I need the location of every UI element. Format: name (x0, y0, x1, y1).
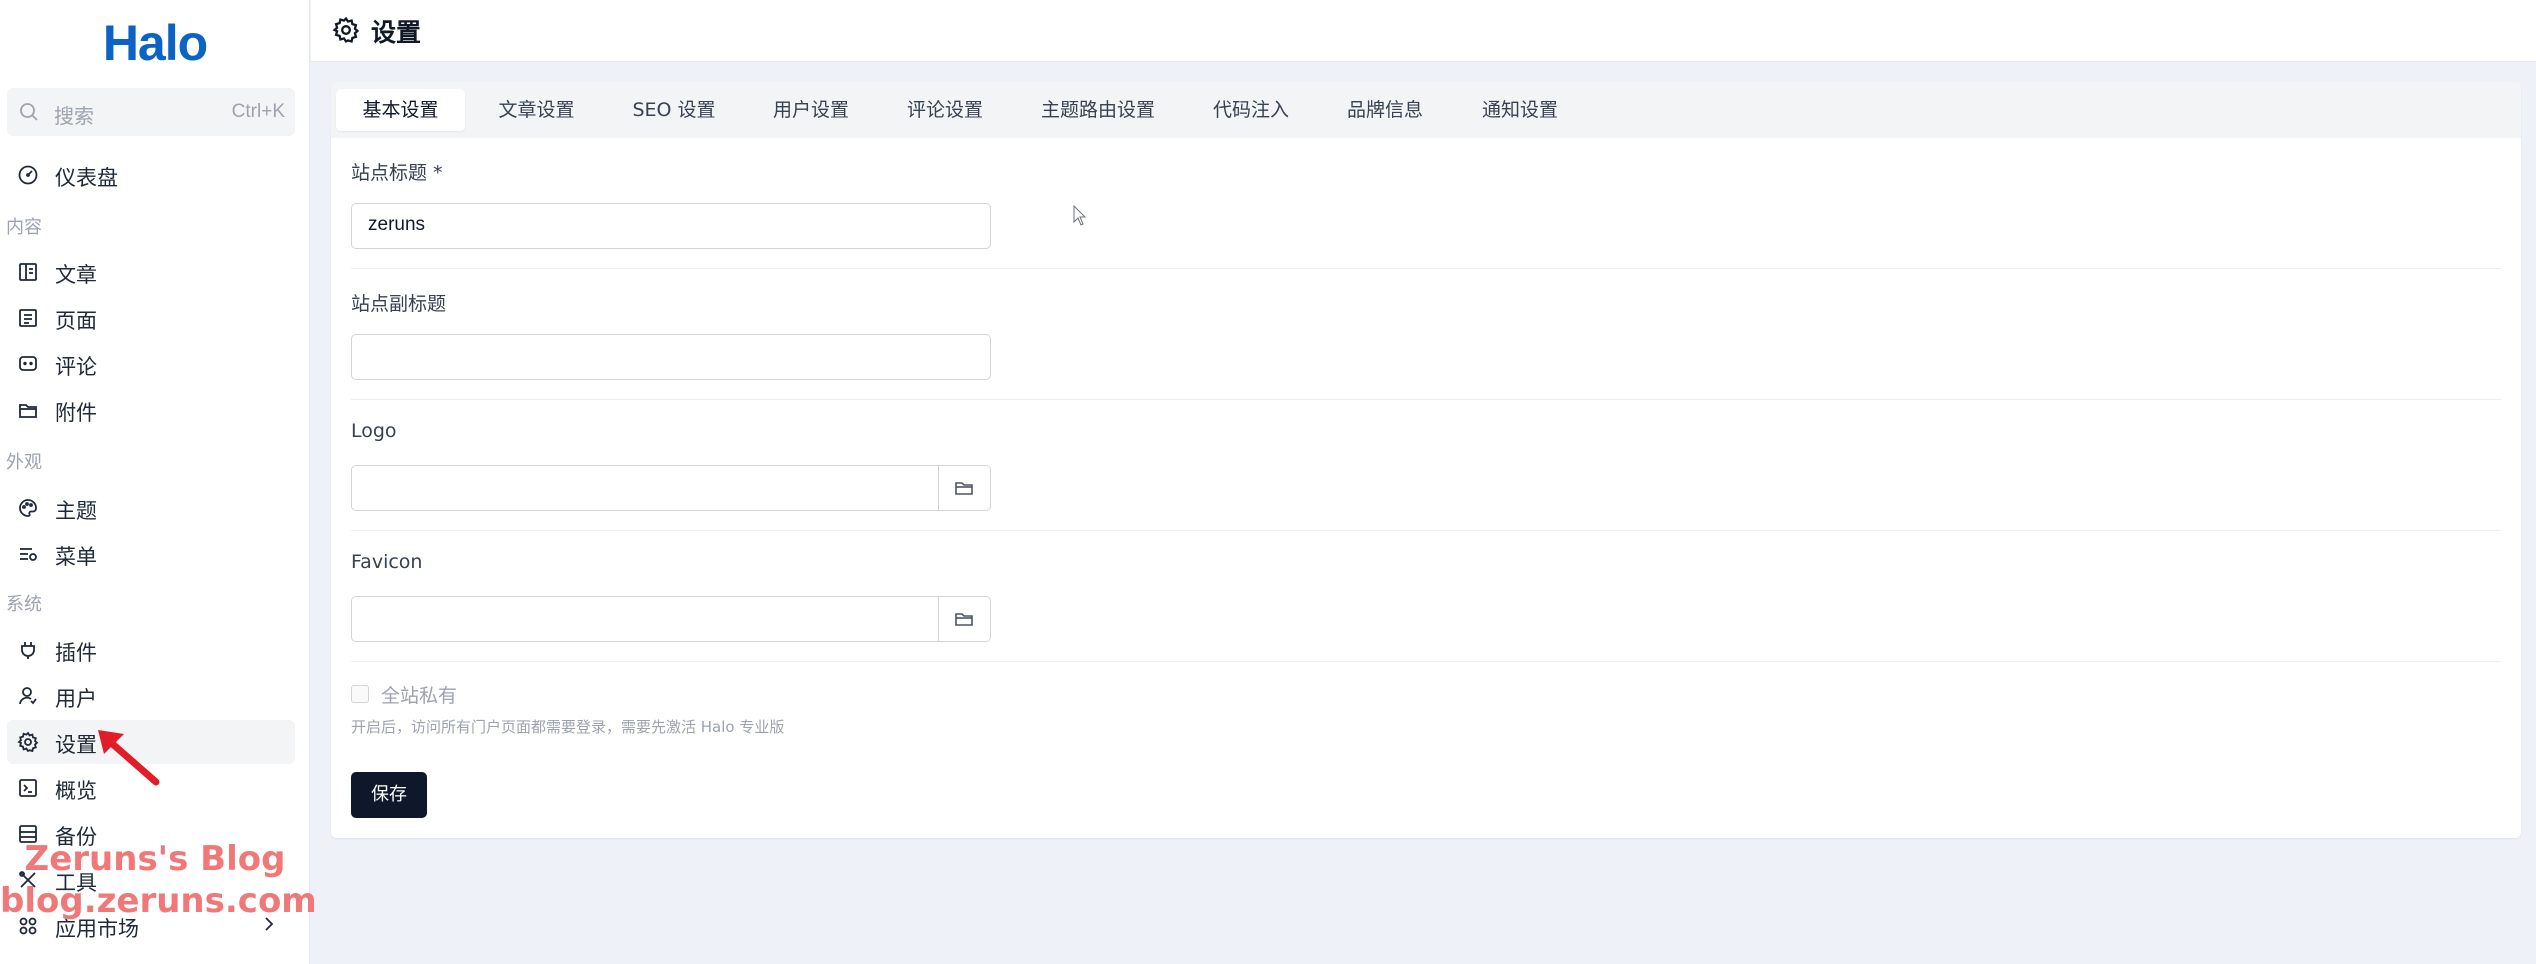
tab-theme-route-settings[interactable]: 主题路由设置 (1017, 89, 1179, 131)
favicon-browse-button[interactable] (938, 597, 990, 641)
search-icon (20, 103, 38, 121)
sidebar-item-label: 主题 (55, 499, 97, 523)
site-subtitle-label: 站点副标题 (351, 293, 447, 315)
logo-label: Logo (351, 420, 397, 442)
favicon-input[interactable] (351, 596, 991, 642)
sidebar-item-label: 页面 (55, 309, 97, 333)
site-subtitle-input[interactable] (351, 334, 991, 380)
tab-code-injection[interactable]: 代码注入 (1189, 89, 1313, 131)
menu-list-icon (20, 548, 37, 561)
site-title-value: zeruns (368, 214, 426, 235)
divider (351, 661, 2501, 662)
sidebar-item-themes[interactable]: 主题 (7, 486, 295, 530)
page-title: 设置 (371, 18, 422, 47)
sidebar-item-menus[interactable]: 菜单 (7, 532, 295, 576)
sidebar-item-label: 评论 (55, 355, 97, 379)
gear-icon (17, 731, 39, 753)
sidebar-item-label: 设置 (55, 733, 97, 757)
comments-icon (19, 356, 37, 371)
tab-notification-settings[interactable]: 通知设置 (1458, 89, 1582, 131)
sidebar-item-label: 文章 (55, 263, 97, 287)
sidebar-item-label: 仪表盘 (55, 166, 118, 190)
dashboard-icon (18, 165, 38, 185)
logo-browse-button[interactable] (938, 466, 990, 510)
palette-icon (19, 499, 37, 517)
sidebar-item-dashboard[interactable]: 仪表盘 (7, 153, 295, 197)
folder-icon (955, 613, 973, 626)
tab-user-settings[interactable]: 用户设置 (749, 89, 873, 131)
sidebar: Halo 搜索 Ctrl+K 仪表盘 内容 文章 页面 评论 附件 外观 主题 … (0, 0, 317, 964)
watermark-blog-url: blog.zeruns.com (0, 881, 317, 921)
pages-icon (19, 309, 37, 327)
favicon-label: Favicon (351, 551, 423, 573)
private-site-checkbox[interactable] (351, 685, 369, 703)
sidebar-item-label: 概览 (55, 779, 97, 803)
sidebar-item-plugins[interactable]: 插件 (7, 628, 295, 672)
private-site-help: 开启后，访问所有门户页面都需要登录，需要先激活 Halo 专业版 (351, 718, 785, 736)
site-title-input[interactable]: zeruns (351, 203, 991, 249)
tab-seo-settings[interactable]: SEO 设置 (609, 89, 739, 131)
sidebar-item-label: 附件 (55, 401, 97, 425)
tab-brand-info[interactable]: 品牌信息 (1323, 89, 1447, 131)
page-header: 设置 (311, 0, 2536, 62)
private-site-label: 全站私有 (381, 685, 458, 707)
divider (351, 268, 2501, 269)
group-label-system: 系统 (6, 594, 42, 615)
settings-tabs: 基本设置 文章设置 SEO 设置 用户设置 评论设置 主题路由设置 代码注入 品… (331, 82, 2521, 138)
tab-post-settings[interactable]: 文章设置 (474, 89, 599, 131)
site-title-label: 站点标题 * (351, 162, 443, 184)
attachments-icon (19, 404, 37, 418)
annotation-arrow-icon (98, 730, 160, 786)
group-label-appearance: 外观 (6, 452, 42, 473)
sidebar-item-label: 插件 (55, 641, 97, 665)
logo-input[interactable] (351, 465, 991, 511)
search-shortcut: Ctrl+K (231, 101, 285, 122)
tab-comment-settings[interactable]: 评论设置 (883, 89, 1007, 131)
watermark-blog-name: Zeruns's Blog (24, 839, 286, 879)
search-placeholder: 搜索 (54, 104, 94, 128)
tab-basic-settings[interactable]: 基本设置 (336, 89, 465, 131)
folder-icon (955, 482, 973, 495)
search-input[interactable]: 搜索 Ctrl+K (7, 88, 295, 136)
user-icon (19, 687, 37, 705)
posts-icon (19, 263, 37, 281)
gear-icon (332, 16, 360, 43)
sidebar-item-comments[interactable]: 评论 (7, 342, 295, 386)
sidebar-item-attachments[interactable]: 附件 (7, 388, 295, 432)
sidebar-item-pages[interactable]: 页面 (7, 296, 295, 340)
plug-icon (21, 642, 35, 659)
mouse-cursor-icon (1073, 205, 1087, 226)
terminal-icon (19, 779, 37, 797)
divider (351, 399, 2501, 400)
save-button[interactable]: 保存 (351, 772, 427, 818)
group-label-content: 内容 (6, 217, 42, 238)
divider (351, 530, 2501, 531)
halo-logo[interactable]: Halo (0, 14, 310, 72)
settings-card: 基本设置 文章设置 SEO 设置 用户设置 评论设置 主题路由设置 代码注入 品… (331, 82, 2521, 838)
sidebar-item-users[interactable]: 用户 (7, 674, 295, 718)
sidebar-item-label: 用户 (55, 687, 97, 711)
sidebar-item-posts[interactable]: 文章 (7, 250, 295, 294)
sidebar-item-label: 菜单 (55, 545, 97, 569)
